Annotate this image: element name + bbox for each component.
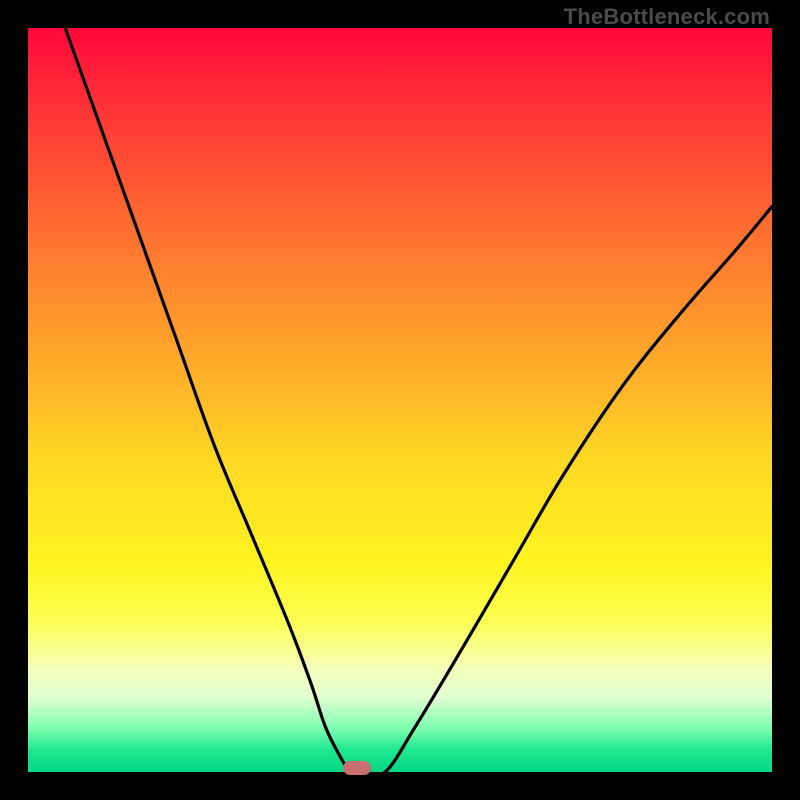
optimal-marker bbox=[343, 761, 371, 775]
watermark-text: TheBottleneck.com bbox=[564, 4, 770, 30]
chart-container: TheBottleneck.com bbox=[0, 0, 800, 800]
plot-area bbox=[28, 28, 772, 772]
bottleneck-curve bbox=[28, 28, 772, 772]
